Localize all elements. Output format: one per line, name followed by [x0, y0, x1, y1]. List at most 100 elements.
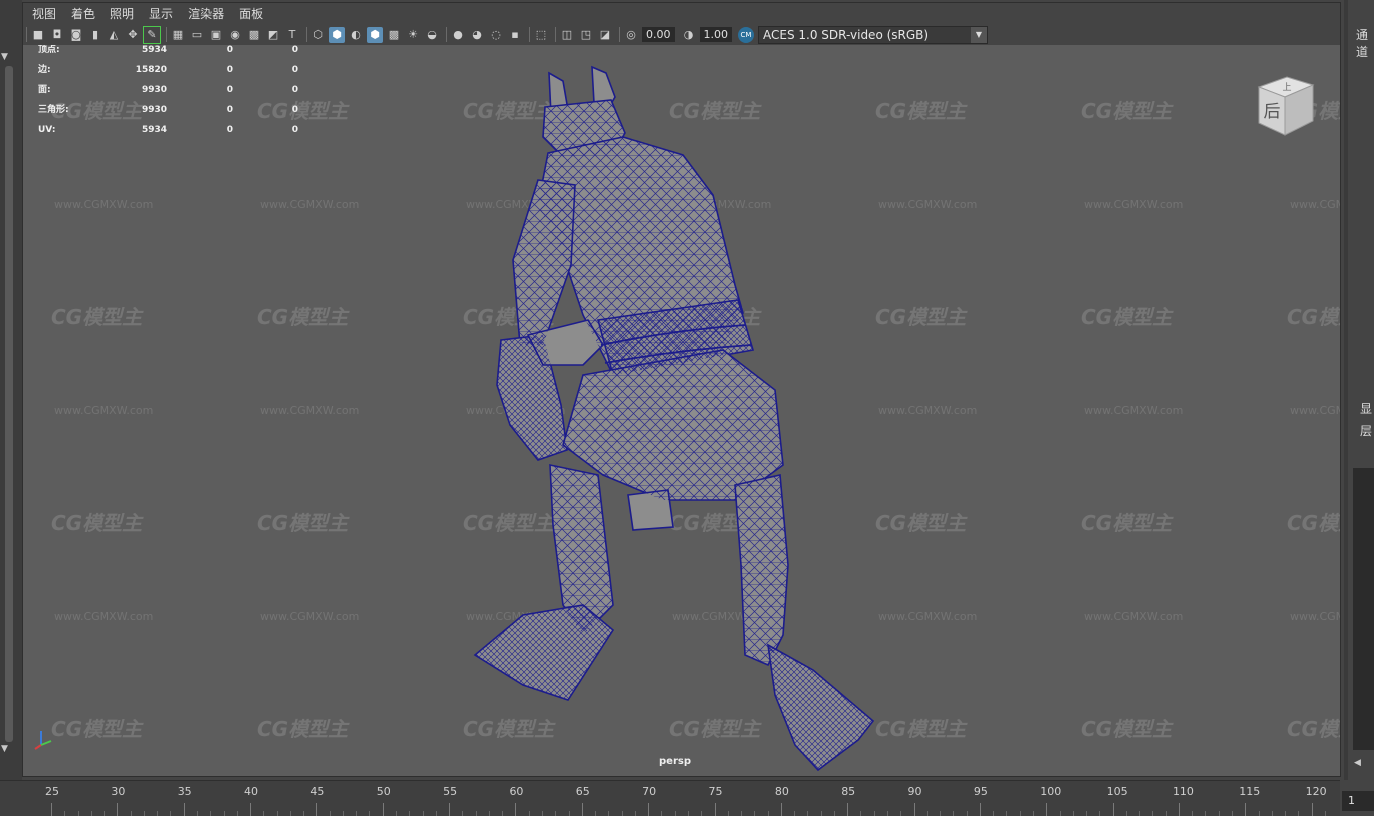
view-cube[interactable]: 后 上 [1253, 73, 1319, 139]
default-material-icon[interactable]: ◐ [348, 27, 364, 43]
timeline-tick-minor [1285, 811, 1287, 816]
timeline-tick-label: 100 [1040, 785, 1062, 798]
viewport-persp[interactable]: CG模型主 www.CGMXW.com CG模型主 www.CGMXW.com CG模型… [23, 45, 1340, 776]
timeline-tick-minor [1059, 811, 1061, 816]
timeline-tick-minor [833, 811, 835, 816]
textured-icon[interactable]: ▩ [386, 27, 402, 43]
timeline-tick-minor [1271, 811, 1273, 816]
menu-shading[interactable]: 着色 [71, 5, 95, 22]
hud-value: 15820 [135, 65, 167, 75]
wireframe-icon[interactable]: ⬡ [310, 27, 326, 43]
field-chart-icon[interactable]: ▩ [246, 27, 262, 43]
xray-components-icon[interactable]: ◪ [597, 27, 613, 43]
display-tab-label[interactable]: 显 [1360, 400, 1372, 417]
timeline-tick-minor [926, 811, 928, 816]
timeline-tick-major [1046, 803, 1048, 816]
left-scrollbar[interactable] [5, 66, 13, 742]
isolate-select-icon[interactable]: ⬚ [533, 27, 549, 43]
bookmark-camera-icon[interactable]: ◙ [68, 27, 84, 43]
hud-value: 0 [226, 105, 233, 115]
timeline-tick-label: 120 [1305, 785, 1327, 798]
use-all-lights-icon[interactable]: ☀ [405, 27, 421, 43]
timeline-tick-label: 25 [45, 785, 59, 798]
safe-title-icon[interactable]: T [284, 27, 300, 43]
timeline-tick-major [316, 803, 318, 816]
timeline-tick-minor [873, 811, 875, 816]
timeline-tick-label: 65 [575, 785, 590, 798]
smooth-shade-icon[interactable]: ⬢ [329, 26, 345, 43]
timeline-tick-minor [210, 811, 212, 816]
exposure-icon[interactable]: ◎ [623, 27, 639, 43]
timeline-tick-minor [807, 811, 809, 816]
timeline-tick-label: 105 [1106, 785, 1128, 798]
timeline-tick-minor [887, 811, 888, 816]
shadows-icon[interactable]: ◒ [424, 27, 440, 43]
timeline-tick-minor [77, 811, 79, 816]
multisample-aa-icon[interactable]: ◌ [488, 27, 504, 43]
2d-pan-zoom-icon[interactable]: ✥ [125, 27, 141, 43]
character-wireframe-mesh[interactable] [23, 45, 1340, 776]
timeline-tick-minor [674, 811, 676, 816]
right-dock-divider[interactable] [1344, 0, 1348, 780]
menu-lighting[interactable]: 照明 [110, 5, 134, 22]
menu-renderer[interactable]: 渲染器 [188, 5, 224, 22]
timeline-tick-major [1178, 803, 1180, 816]
timeline-tick-minor [488, 811, 490, 816]
current-frame-field[interactable]: 1 [1342, 791, 1374, 811]
color-space-dropdown[interactable]: ACES 1.0 SDR-video (sRGB) ▼ [758, 25, 988, 44]
hud-value: 0 [226, 65, 233, 75]
timeline-tick-major [847, 803, 849, 816]
camera-attributes-icon[interactable]: ◘ [49, 27, 65, 43]
timeline-tick-minor [701, 811, 703, 816]
grid-icon[interactable]: ▦ [170, 27, 186, 43]
view-cube-back-label: 后 [1264, 102, 1281, 122]
layer-list[interactable] [1353, 468, 1374, 750]
timeline-tick-minor [900, 811, 902, 816]
gate-mask-icon[interactable]: ◉ [227, 27, 243, 43]
grease-pencil-icon[interactable]: ✎ [143, 25, 161, 44]
gamma-icon[interactable]: ◑ [681, 27, 697, 43]
color-management-icon[interactable]: CM [738, 26, 754, 43]
scroll-up-icon[interactable]: ▼ [1, 52, 8, 62]
hud-label: UV: [38, 125, 56, 135]
scroll-left-icon[interactable]: ◀ [1354, 758, 1361, 768]
timeline-tick-minor [462, 811, 464, 816]
timeline-tick-label: 30 [111, 785, 126, 798]
wireframe-on-shaded-icon[interactable]: ⬢ [367, 26, 383, 43]
time-slider[interactable]: 25 30 35 40 45 50 55 60 65 70 75 80 85 90 95 100 105 110 1… [0, 780, 1340, 816]
motion-blur-icon[interactable]: ◕ [469, 27, 485, 43]
film-gate-icon[interactable]: ▭ [189, 27, 205, 43]
chevron-down-icon[interactable]: ▼ [971, 26, 987, 43]
hud-value: 0 [291, 85, 298, 95]
hud-row-vertices: 顶点: 5934 0 0 [38, 45, 298, 65]
timeline-tick-minor [276, 811, 278, 816]
toolbar-separator [619, 27, 620, 42]
timeline-tick-minor [223, 811, 225, 816]
hud-value: 0 [291, 45, 298, 55]
layer-tab-label[interactable]: 层 [1360, 422, 1372, 439]
menu-show[interactable]: 显示 [149, 5, 173, 22]
resolution-gate-icon[interactable]: ▣ [208, 27, 224, 43]
image-plane-icon[interactable]: ◭ [106, 27, 122, 43]
timeline-tick-label: 60 [509, 785, 524, 798]
hud-value: 0 [291, 125, 298, 135]
screen-space-ao-icon[interactable]: ● [450, 27, 466, 43]
safe-action-icon[interactable]: ◩ [265, 27, 281, 43]
hud-value: 9930 [141, 85, 167, 95]
scroll-down-icon[interactable]: ▼ [1, 744, 8, 754]
depth-of-field-icon[interactable]: ▪ [507, 27, 523, 43]
xray-joints-icon[interactable]: ◳ [578, 27, 594, 43]
hud-row-triangles: 三角形: 9930 0 0 [38, 105, 298, 125]
bookmark-icon[interactable]: ▮ [87, 27, 103, 43]
timeline-tick-minor [90, 811, 92, 816]
select-camera-icon[interactable]: ■ [30, 27, 46, 43]
timeline-tick-minor [196, 811, 198, 816]
menu-panels[interactable]: 面板 [239, 5, 263, 22]
xray-icon[interactable]: ◫ [559, 27, 575, 43]
timeline-tick-minor [1232, 811, 1234, 816]
exposure-field[interactable]: 0.00 [642, 27, 675, 42]
axis-gizmo [34, 731, 52, 750]
menu-view[interactable]: 视图 [32, 5, 56, 22]
channel-box-tab[interactable]: 通道 [1356, 26, 1374, 60]
gamma-field[interactable]: 1.00 [699, 27, 732, 42]
